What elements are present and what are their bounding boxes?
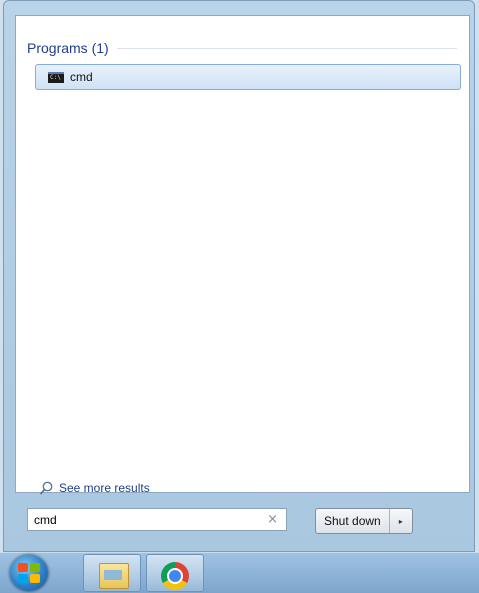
programs-section-header: Programs (1) — [27, 40, 457, 56]
result-label: cmd — [70, 70, 93, 84]
shutdown-control: Shut down ▸ — [315, 508, 413, 534]
search-results-pane: Programs (1) C:\ cmd See more results — [15, 15, 470, 495]
taskbar-explorer-button[interactable] — [83, 554, 141, 592]
see-more-results-link[interactable]: See more results — [40, 481, 150, 495]
windows-logo-blue — [18, 574, 28, 583]
windows-logo-red — [18, 563, 28, 572]
section-divider — [116, 47, 457, 49]
shutdown-options-arrow-icon[interactable]: ▸ — [390, 509, 412, 533]
windows-start-orb-icon[interactable] — [10, 555, 48, 591]
section-title: Programs (1) — [27, 40, 109, 56]
clear-search-icon[interactable]: × — [267, 512, 278, 527]
taskbar — [0, 552, 479, 593]
start-menu: Programs (1) C:\ cmd See more results × … — [3, 0, 475, 552]
search-icon — [40, 481, 53, 495]
chrome-icon — [161, 562, 189, 590]
folder-icon — [99, 563, 129, 589]
result-item-cmd[interactable]: C:\ cmd — [35, 64, 461, 90]
windows-logo-yellow — [30, 574, 40, 583]
search-input[interactable] — [28, 511, 256, 528]
search-box[interactable]: × — [27, 508, 287, 531]
taskbar-chrome-button[interactable] — [146, 554, 204, 592]
see-more-results-label: See more results — [59, 481, 150, 495]
shutdown-button[interactable]: Shut down — [316, 509, 390, 533]
windows-logo-green — [30, 563, 40, 572]
cmd-icon: C:\ — [48, 71, 64, 83]
